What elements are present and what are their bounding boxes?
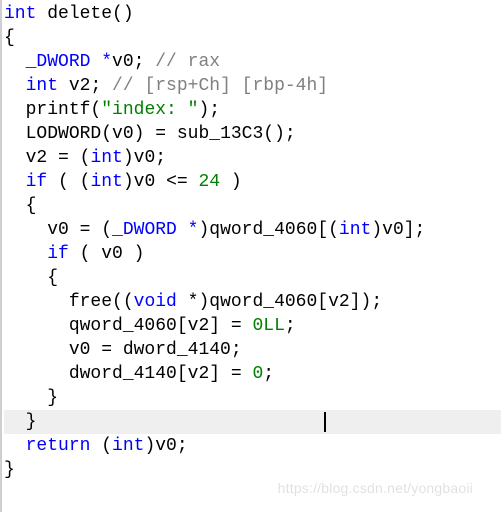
code-line: return (int)v0; [4,434,501,458]
comment: // [rsp+Ch] [rbp-4h] [112,76,328,96]
code-line: v0 = dword_4140; [4,338,501,362]
code-line: qword_4060[v2] = 0LL; [4,314,501,338]
code-line: } [4,386,501,410]
keyword: int [4,4,36,24]
code-line: free((void *)qword_4060[v2]); [4,290,501,314]
comment: // rax [155,52,220,72]
code-line: int delete() [4,2,501,26]
func-name: delete [47,4,112,24]
number: 0LL [252,316,284,336]
code-line: printf("index: "); [4,98,501,122]
code-line: { [4,266,501,290]
code-line: if ( (int)v0 <= 24 ) [4,170,501,194]
code-line: dword_4140[v2] = 0; [4,362,501,386]
code-line: _DWORD *v0; // rax [4,50,501,74]
code-line-cursor: } [4,410,501,434]
number: 0 [252,364,263,384]
code-line: int v2; // [rsp+Ch] [rbp-4h] [4,74,501,98]
watermark-text: https://blog.csdn.net/yongbaoii [278,476,473,500]
text-cursor [324,412,326,432]
string-literal: "index: " [101,100,198,120]
code-line: v0 = (_DWORD *)qword_4060[(int)v0]; [4,218,501,242]
code-line: LODWORD(v0) = sub_13C3(); [4,122,501,146]
code-line: { [4,26,501,50]
number: 24 [198,172,220,192]
code-line: if ( v0 ) [4,242,501,266]
code-line: v2 = (int)v0; [4,146,501,170]
code-line: { [4,194,501,218]
